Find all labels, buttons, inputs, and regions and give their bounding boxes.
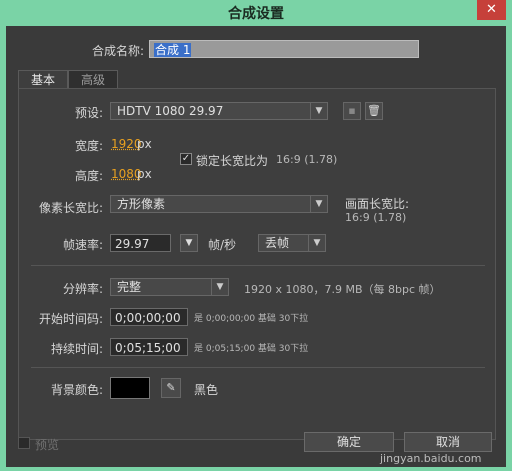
preview-checkbox[interactable]: [18, 437, 30, 449]
save-preset-icon[interactable]: ▪: [343, 102, 361, 120]
duration-label: 持续时间:: [51, 342, 104, 356]
chevron-down-icon: ▼: [308, 235, 325, 251]
background-color-swatch[interactable]: [110, 377, 150, 399]
divider: [31, 367, 485, 368]
frame-rate-chevron-down-icon[interactable]: ▼: [180, 234, 198, 252]
lock-aspect-ratio: 16:9 (1.78): [276, 153, 338, 166]
frame-rate-unit: 帧/秒: [208, 238, 237, 252]
resolution-label: 分辨率:: [63, 282, 104, 296]
pixel-aspect-dropdown[interactable]: 方形像素 ▼: [110, 195, 328, 213]
resolution-value: 完整: [117, 280, 142, 294]
title-bar: 合成设置 ✕: [0, 0, 512, 24]
drop-frame-dropdown[interactable]: 丢帧 ▼: [258, 234, 326, 252]
lock-aspect-checkbox[interactable]: ✓: [180, 153, 192, 165]
resolution-info: 1920 x 1080，7.9 MB（每 8bpc 帧）: [244, 283, 441, 296]
chevron-down-icon: ▼: [211, 279, 228, 295]
frame-rate-label: 帧速率:: [63, 238, 104, 252]
cancel-button[interactable]: 取消: [404, 432, 492, 452]
preview-label: 预览: [35, 438, 60, 452]
preset-dropdown[interactable]: HDTV 1080 29.97 ▼: [110, 102, 328, 120]
background-color-name: 黑色: [194, 383, 219, 397]
pixel-aspect-label: 像素长宽比:: [39, 201, 104, 215]
ok-button[interactable]: 确定: [304, 432, 394, 452]
background-color-label: 背景颜色:: [51, 383, 104, 397]
start-timecode-label: 开始时间码:: [39, 312, 104, 326]
preset-label: 预设:: [75, 106, 104, 120]
width-label: 宽度:: [75, 139, 104, 153]
start-timecode-info: 是 0;00;00;00 基础 30下拉: [194, 314, 309, 324]
height-unit: px: [137, 167, 152, 181]
duration-input[interactable]: 0;05;15;00: [110, 338, 188, 356]
watermark-text: jingyan.baidu.com: [380, 452, 482, 465]
chevron-down-icon: ▼: [310, 103, 327, 119]
lock-aspect-label: 锁定长宽比为: [196, 154, 269, 168]
comp-settings-dialog: 合成设置 ✕ 合成名称: 合成 1 基本 高级 预设: HDTV 1080 29…: [0, 0, 512, 471]
chevron-down-icon: ▼: [310, 196, 327, 212]
comp-name-value: 合成 1: [154, 43, 192, 57]
dialog-title: 合成设置: [228, 6, 284, 22]
frame-aspect-label: 画面长宽比:: [345, 197, 410, 211]
height-label: 高度:: [75, 169, 104, 183]
resolution-dropdown[interactable]: 完整 ▼: [110, 278, 229, 296]
trash-icon[interactable]: 🗑: [365, 102, 383, 120]
preset-value: HDTV 1080 29.97: [117, 104, 224, 118]
start-timecode-input[interactable]: 0;00;00;00: [110, 308, 188, 326]
basic-panel: 预设: HDTV 1080 29.97 ▼ ▪ 🗑 宽度: 1920 px 高度…: [18, 88, 496, 440]
eyedropper-icon[interactable]: ✎: [161, 378, 181, 398]
drop-frame-value: 丢帧: [265, 236, 290, 250]
duration-info: 是 0;05;15;00 基础 30下拉: [194, 344, 309, 354]
frame-aspect-value: 16:9 (1.78): [345, 211, 407, 224]
width-unit: px: [137, 137, 152, 151]
comp-name-label: 合成名称:: [92, 44, 145, 58]
tab-advanced[interactable]: 高级: [68, 70, 118, 89]
frame-rate-input[interactable]: 29.97: [110, 234, 171, 252]
close-button[interactable]: ✕: [477, 0, 506, 20]
dialog-body: 合成名称: 合成 1 基本 高级 预设: HDTV 1080 29.97 ▼ ▪…: [6, 26, 506, 467]
tab-basic[interactable]: 基本: [18, 70, 68, 89]
pixel-aspect-value: 方形像素: [117, 197, 166, 211]
comp-name-input[interactable]: 合成 1: [149, 40, 419, 58]
divider: [31, 265, 485, 266]
